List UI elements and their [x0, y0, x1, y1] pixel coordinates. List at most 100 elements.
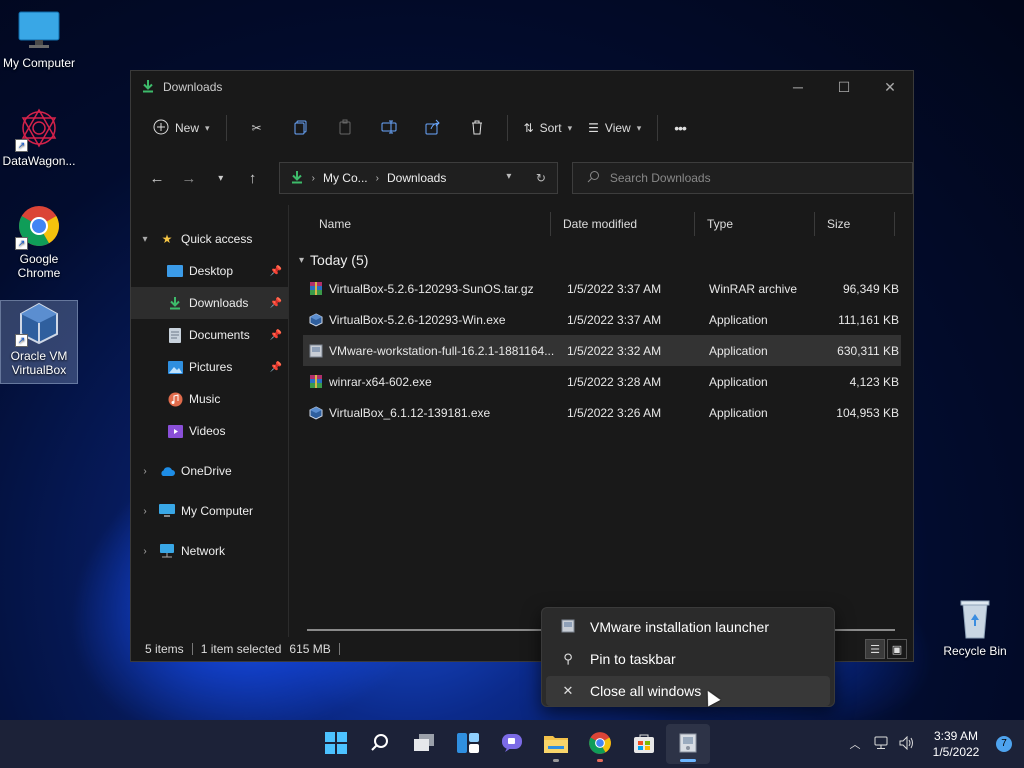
sidebar-item-documents[interactable]: Documents 📌 — [131, 319, 288, 351]
menu-item-pin-to-taskbar[interactable]: ⚲ Pin to taskbar — [546, 644, 830, 674]
toolbar-divider — [506, 115, 508, 141]
sidebar-item-downloads[interactable]: Downloads 📌 — [131, 287, 288, 319]
file-type: Application — [709, 343, 768, 358]
forward-button[interactable]: → — [173, 162, 205, 194]
more-options-button[interactable]: ••• — [666, 112, 694, 144]
desktop-icon-google-chrome[interactable]: ↗ Google Chrome — [0, 204, 78, 280]
search-placeholder: Search Downloads — [609, 171, 711, 185]
copy-icon — [293, 119, 309, 138]
vmware-installer-taskbar-button[interactable] — [666, 724, 710, 764]
desktop-icon-virtualbox[interactable]: ↗ Oracle VM VirtualBox — [0, 300, 78, 384]
breadcrumb-downloads[interactable]: Downloads — [387, 171, 446, 185]
column-header-type[interactable]: Type — [695, 212, 815, 236]
breadcrumb-my-computer[interactable]: My Co... — [323, 171, 368, 185]
notification-badge[interactable]: 7 — [996, 736, 1012, 752]
pin-icon[interactable]: 📌 — [270, 298, 282, 309]
search-box[interactable]: Search Downloads — [571, 162, 913, 194]
up-button[interactable]: ↑ — [237, 162, 269, 194]
chrome-icon — [588, 731, 612, 758]
sidebar-item-network[interactable]: › Network — [131, 535, 288, 567]
search-button[interactable] — [358, 724, 402, 764]
back-button[interactable]: ← — [141, 162, 173, 194]
clock-time: 3:39 AM — [933, 729, 979, 743]
clock[interactable]: 3:39 AM 1/5/2022 — [920, 728, 992, 760]
sidebar-item-onedrive[interactable]: › OneDrive — [131, 455, 288, 487]
menu-item-close-all-windows[interactable]: ✕ Close all windows — [546, 676, 830, 706]
network-icon — [159, 543, 175, 559]
pin-icon[interactable]: 📌 — [270, 330, 282, 341]
menu-item-label: VMware installation launcher — [590, 619, 769, 635]
chrome-icon: ↗ — [15, 204, 61, 250]
network-icon[interactable] — [868, 736, 894, 753]
desktop-icon-my-computer[interactable]: My Computer — [0, 8, 78, 70]
cut-button[interactable]: ✂ — [235, 112, 279, 144]
group-header[interactable]: ▾ Today (5) — [289, 247, 913, 273]
widgets-button[interactable] — [446, 724, 490, 764]
refresh-icon[interactable]: ↻ — [525, 171, 557, 185]
chat-button[interactable] — [490, 724, 534, 764]
menu-item-vmware-launcher[interactable]: VMware installation launcher — [546, 612, 830, 642]
sidebar-item-pictures[interactable]: Pictures 📌 — [131, 351, 288, 383]
sidebar-item-my-computer[interactable]: › My Computer — [131, 495, 288, 527]
running-indicator — [597, 759, 603, 762]
selection-size: 615 MB — [289, 642, 331, 656]
sidebar-item-quick-access[interactable]: ▾ ★ Quick access — [131, 223, 288, 255]
trash-icon — [469, 119, 485, 138]
file-row[interactable]: VirtualBox-5.2.6-120293-SunOS.tar.gz 1/5/… — [303, 273, 901, 304]
minimize-button[interactable]: ─ — [775, 71, 821, 103]
rename-button[interactable] — [367, 112, 411, 144]
pin-icon[interactable]: 📌 — [270, 266, 282, 277]
file-name-cell: VirtualBox_6.1.12-139181.exe — [303, 406, 565, 420]
desktop-icon-datawagon[interactable]: ↗ DataWagon... — [0, 106, 78, 168]
copy-button[interactable] — [279, 112, 323, 144]
title-bar[interactable]: Downloads ─ ☐ ✕ — [131, 71, 913, 103]
sidebar-item-desktop[interactable]: Desktop 📌 — [131, 255, 288, 287]
sidebar-item-label: Videos — [189, 424, 226, 438]
chrome-taskbar-button[interactable] — [578, 724, 622, 764]
video-icon — [167, 423, 183, 439]
column-header-name[interactable]: Name — [307, 212, 551, 236]
chevron-down-icon: ▾ — [205, 122, 210, 133]
volume-icon[interactable] — [894, 735, 920, 753]
recent-locations-button[interactable]: ▾ — [205, 162, 237, 194]
address-history-dropdown[interactable]: ▾ — [493, 171, 525, 185]
chat-icon — [501, 733, 523, 756]
file-row[interactable]: VMware-workstation-full-16.2.1-1881164..… — [303, 335, 901, 366]
status-divider — [338, 643, 340, 655]
store-button[interactable] — [622, 724, 666, 764]
share-button[interactable] — [411, 112, 455, 144]
paste-button[interactable] — [323, 112, 367, 144]
delete-button[interactable] — [455, 112, 499, 144]
show-hidden-icons-button[interactable]: ︿ — [842, 736, 868, 752]
start-button[interactable] — [314, 724, 358, 764]
column-header-date-modified[interactable]: Date modified — [551, 212, 695, 236]
view-button[interactable]: ☰ View ▾ — [580, 112, 649, 144]
close-button[interactable]: ✕ — [867, 71, 913, 103]
file-size: 630,311 KB — [837, 343, 899, 358]
navigation-bar: ← → ▾ ↑ › My Co... › Downloads ▾ ↻ Searc… — [131, 153, 913, 203]
column-header-size[interactable]: Size — [815, 212, 895, 236]
tiles-view-button[interactable]: ▣ — [887, 639, 907, 659]
file-name-cell: winrar-x64-602.exe — [303, 374, 565, 389]
sidebar-item-videos[interactable]: Videos — [131, 415, 288, 447]
task-view-button[interactable] — [402, 724, 446, 764]
sort-button[interactable]: ⇅ Sort ▾ — [516, 112, 581, 144]
sidebar-item-music[interactable]: Music — [131, 383, 288, 415]
file-row[interactable]: VirtualBox-5.2.6-120293-Win.exe 1/5/2022 … — [303, 304, 901, 335]
file-row[interactable]: winrar-x64-602.exe 1/5/2022 3:28 AM Applic… — [303, 366, 901, 397]
task-view-icon — [413, 733, 435, 755]
search-icon — [587, 170, 600, 186]
address-bar[interactable]: › My Co... › Downloads ▾ ↻ — [278, 162, 558, 194]
window-title: Downloads — [163, 80, 223, 94]
file-row[interactable]: VirtualBox_6.1.12-139181.exe 1/5/2022 3:2… — [303, 397, 901, 428]
sidebar-item-label: Documents — [189, 328, 250, 342]
file-explorer-taskbar-button[interactable] — [534, 724, 578, 764]
details-view-button[interactable]: ☰ — [865, 639, 885, 659]
new-button[interactable]: New ▾ — [145, 112, 218, 144]
pin-icon[interactable]: 📌 — [270, 362, 282, 373]
maximize-button[interactable]: ☐ — [821, 71, 867, 103]
desktop-icon-recycle-bin[interactable]: Recycle Bin — [936, 596, 1014, 658]
sidebar-item-label: Desktop — [189, 264, 234, 278]
recycle-bin-icon — [953, 596, 997, 640]
file-type: Application — [709, 374, 768, 389]
